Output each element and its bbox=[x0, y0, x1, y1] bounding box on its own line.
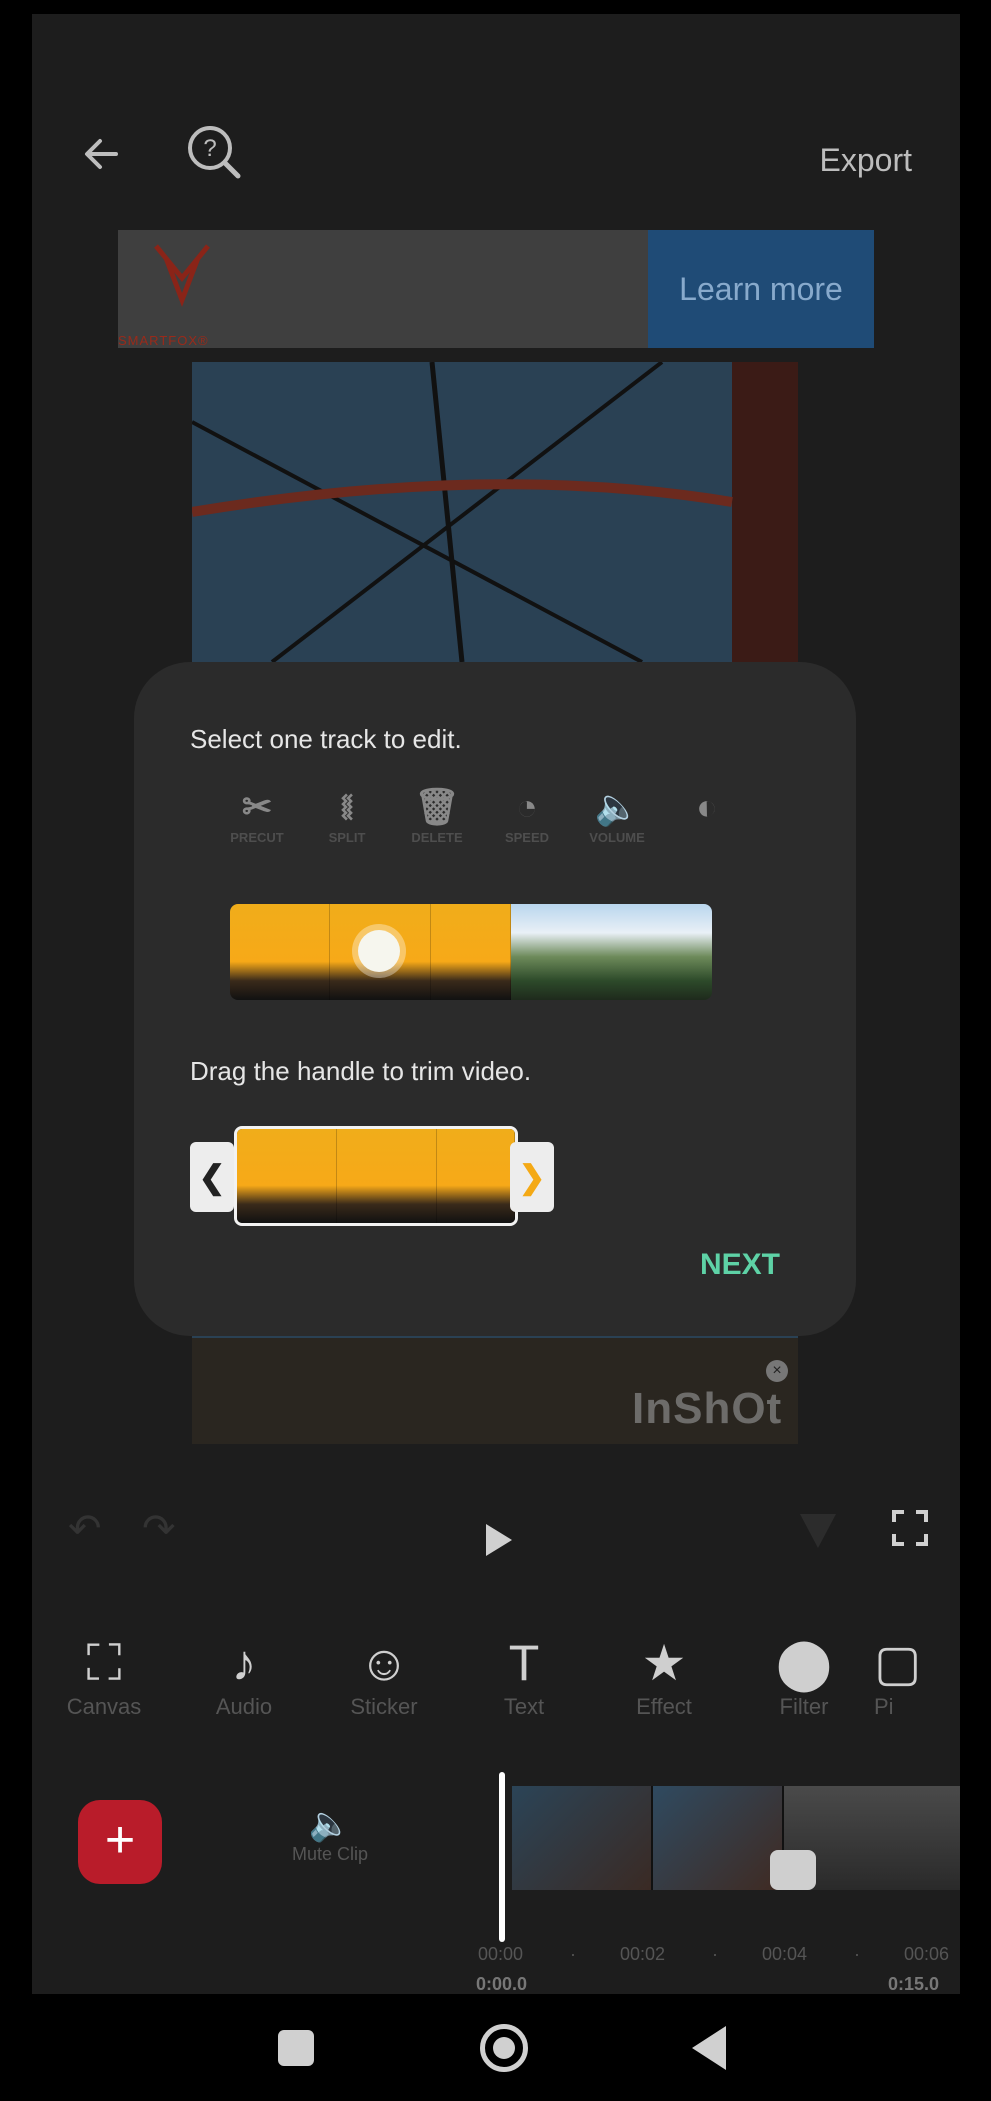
tool-delete: 🗑 DELETE bbox=[392, 784, 482, 864]
timeline-tick: 00:04 bbox=[762, 1944, 808, 1964]
smiley-icon: ☺ bbox=[358, 1635, 410, 1691]
watermark-close-icon[interactable]: × bbox=[766, 1360, 788, 1382]
trim-clip bbox=[234, 1126, 518, 1226]
add-clip-button[interactable]: + bbox=[78, 1800, 162, 1884]
toolbar-effect[interactable]: ★ Effect bbox=[594, 1632, 734, 1732]
tool-speed: ◔ SPEED bbox=[482, 784, 572, 864]
back-nav-button[interactable] bbox=[692, 2026, 726, 2070]
trim-demo: ❮ ❯ bbox=[190, 1126, 570, 1226]
preview-structure-image bbox=[192, 362, 798, 662]
tool-split: ⧛ SPLIT bbox=[302, 784, 392, 864]
clip-frame bbox=[436, 1129, 515, 1223]
home-dot-icon bbox=[493, 2037, 515, 2059]
timeline-frame bbox=[512, 1786, 653, 1890]
ad-brand: SMARTFOX® bbox=[118, 333, 209, 348]
toolbar-sticker[interactable]: ☺ Sticker bbox=[314, 1632, 454, 1732]
trim-instruction-text: Drag the handle to trim video. bbox=[190, 1056, 532, 1086]
toolbar-audio[interactable]: ♪ Audio bbox=[174, 1632, 314, 1732]
tap-indicator-icon bbox=[358, 930, 401, 972]
clip-trim-handle[interactable] bbox=[770, 1850, 816, 1890]
trash-icon: 🗑 bbox=[414, 786, 460, 827]
clip-frame bbox=[430, 904, 512, 1000]
music-note-icon: ♪ bbox=[231, 1635, 257, 1691]
current-time: 0:00.0 bbox=[476, 1974, 528, 1994]
system-nav-bar bbox=[0, 1994, 991, 2101]
select-track-text: Select one track to edit. bbox=[190, 724, 462, 754]
tool-more: ◐ bbox=[662, 784, 752, 864]
play-icon[interactable] bbox=[486, 1524, 512, 1556]
timeline-clip[interactable] bbox=[512, 1786, 960, 1890]
timeline-frame bbox=[652, 1786, 784, 1890]
volume-icon: 🔈 bbox=[594, 786, 640, 827]
learn-more-button[interactable]: Learn more bbox=[648, 230, 874, 348]
toolbar-text[interactable]: T Text bbox=[454, 1632, 594, 1732]
inshot-watermark[interactable]: InShOt bbox=[632, 1384, 782, 1434]
canvas-icon: ⛶ bbox=[86, 1635, 122, 1691]
star-icon: ★ bbox=[641, 1635, 687, 1691]
toolbar-canvas[interactable]: ⛶ Canvas bbox=[34, 1632, 174, 1732]
keyframe-icon[interactable] bbox=[800, 1514, 836, 1548]
clip-frame bbox=[230, 904, 331, 1000]
timeline-dot: · bbox=[712, 1944, 718, 1964]
timeline-tick: 00:00 bbox=[478, 1944, 524, 1964]
timeline-dot: · bbox=[854, 1944, 860, 1964]
help-button[interactable]: ? bbox=[182, 120, 246, 184]
split-icon: ⧛ bbox=[340, 786, 354, 827]
tool-volume: 🔈 VOLUME bbox=[572, 784, 662, 864]
pip-icon: ▢ bbox=[874, 1635, 922, 1691]
redo-icon[interactable]: ↷ bbox=[142, 1506, 176, 1552]
mute-clip-button[interactable]: 🔈 Mute Clip bbox=[292, 1804, 368, 1865]
partial-tool-icon: ◐ bbox=[696, 786, 718, 827]
next-button[interactable]: NEXT bbox=[700, 1248, 780, 1282]
svg-text:?: ? bbox=[203, 135, 216, 162]
timeline-dot: · bbox=[570, 1944, 576, 1964]
mute-clip-label: Mute Clip bbox=[292, 1844, 369, 1864]
timeline-tick: 00:06 bbox=[904, 1944, 950, 1964]
export-button[interactable]: Export bbox=[820, 142, 912, 179]
timeline-tick: 00:02 bbox=[620, 1944, 666, 1964]
toolbar-filter[interactable]: ⬤ Filter bbox=[734, 1632, 874, 1732]
undo-icon[interactable]: ↶ bbox=[68, 1506, 102, 1552]
toolbar-pip[interactable]: ▢ Pi bbox=[874, 1632, 934, 1732]
total-time: 0:15.0 bbox=[888, 1974, 940, 1994]
clip-frame bbox=[237, 1129, 337, 1223]
clip-frame bbox=[511, 904, 611, 1000]
filter-icon: ⬤ bbox=[776, 1635, 832, 1691]
arrow-left-icon bbox=[85, 139, 118, 169]
tool-precut: ✂ PRECUT bbox=[212, 784, 302, 864]
fox-logo-icon bbox=[154, 244, 210, 308]
clip-frame bbox=[336, 1129, 437, 1223]
speed-gauge-icon: ◔ bbox=[516, 786, 538, 827]
bottom-toolbar: ⛶ Canvas ♪ Audio ☺ Sticker T Text ★ Effect ⬤ F… bbox=[34, 1632, 960, 1732]
trim-handle-right: ❯ bbox=[510, 1142, 554, 1212]
tutorial-dialog: Select one track to edit. ✂ PRECUT ⧛ SPLIT… bbox=[134, 662, 856, 1336]
clip-frame bbox=[610, 904, 712, 1000]
playhead-cursor[interactable] bbox=[499, 1772, 505, 1942]
tool-row: ✂ PRECUT ⧛ SPLIT 🗑 DELETE ◔ SPEED 🔈 VOLUME ◐ bbox=[212, 784, 802, 864]
trim-handle-left: ❮ bbox=[190, 1142, 234, 1212]
home-button[interactable] bbox=[480, 2024, 528, 2072]
ad-banner[interactable]: SMARTFOX® Learn more bbox=[118, 230, 874, 348]
track-strip bbox=[230, 904, 712, 1000]
recents-button[interactable] bbox=[278, 2030, 314, 2066]
screen: ? Export SMARTFOX® Learn more InShOt × S… bbox=[32, 14, 960, 1994]
volume-icon: 🔈 bbox=[308, 1805, 352, 1843]
clip-frame bbox=[330, 904, 431, 1000]
back-button[interactable] bbox=[72, 124, 132, 184]
text-icon: T bbox=[508, 1635, 540, 1691]
help-search-icon: ? bbox=[188, 126, 241, 179]
fullscreen-icon[interactable] bbox=[890, 1508, 930, 1553]
scissors-icon: ✂ bbox=[241, 786, 273, 827]
